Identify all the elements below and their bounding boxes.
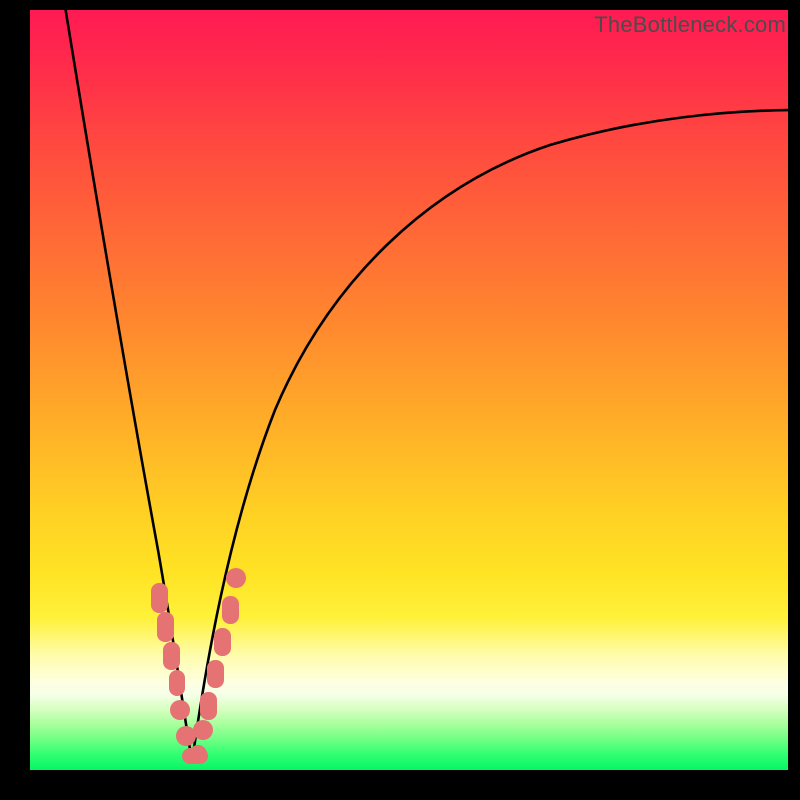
curve-right-branch	[192, 110, 788, 762]
chart-frame: TheBottleneck.com	[0, 0, 800, 800]
marker-cluster	[151, 568, 246, 764]
curves-layer	[30, 10, 788, 770]
plot-area	[30, 10, 788, 770]
